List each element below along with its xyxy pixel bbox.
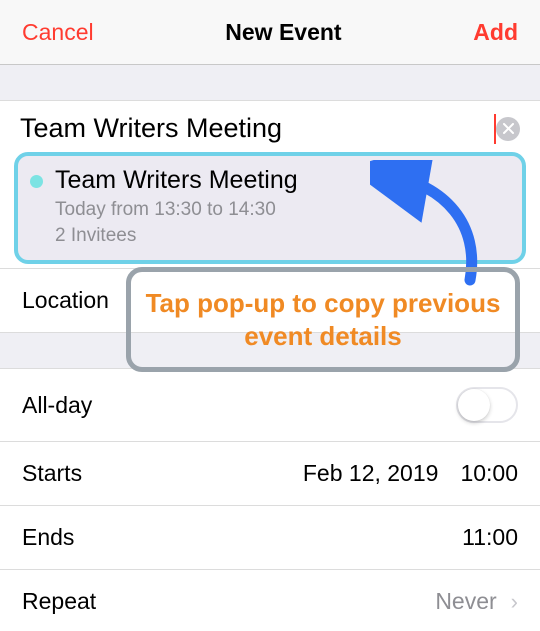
section-spacer-2	[0, 333, 540, 368]
chevron-right-icon: ›	[511, 589, 518, 615]
modal-header: Cancel New Event Add	[0, 0, 540, 65]
starts-label: Starts	[22, 460, 303, 487]
close-icon	[503, 123, 514, 134]
repeat-label: Repeat	[22, 588, 435, 615]
calendar-color-dot	[30, 175, 43, 188]
suggestion-time: Today from 13:30 to 14:30	[55, 197, 298, 223]
title-row: Team Writers Meeting	[0, 101, 540, 152]
allday-label: All-day	[22, 392, 456, 419]
modal-title: New Event	[225, 19, 341, 46]
location-placeholder: Location	[22, 287, 109, 313]
repeat-value: Never	[435, 588, 496, 615]
location-row[interactable]: Location	[0, 268, 540, 332]
suggestion-title: Team Writers Meeting	[55, 166, 298, 195]
ends-row[interactable]: Ends 11:00	[0, 505, 540, 569]
cancel-button[interactable]: Cancel	[22, 19, 94, 46]
event-title-input[interactable]: Team Writers Meeting	[20, 113, 492, 144]
ends-label: Ends	[22, 524, 440, 551]
suggestion-invitees: 2 Invitees	[55, 223, 298, 249]
repeat-row[interactable]: Repeat Never ›	[0, 569, 540, 631]
clear-title-button[interactable]	[496, 117, 520, 141]
starts-date: Feb 12, 2019	[303, 460, 439, 487]
starts-time: 10:00	[460, 460, 518, 487]
toggle-knob	[458, 389, 490, 421]
datetime-section: All-day Starts Feb 12, 2019 10:00 Ends 1…	[0, 368, 540, 631]
event-title-section: Team Writers Meeting Team Writers Meetin…	[0, 100, 540, 333]
allday-toggle[interactable]	[456, 387, 518, 423]
event-suggestion-popup[interactable]: Team Writers Meeting Today from 13:30 to…	[14, 152, 526, 264]
add-button[interactable]: Add	[473, 19, 518, 46]
section-spacer	[0, 65, 540, 100]
ends-time: 11:00	[462, 524, 518, 551]
starts-row[interactable]: Starts Feb 12, 2019 10:00	[0, 441, 540, 505]
allday-row: All-day	[0, 369, 540, 441]
